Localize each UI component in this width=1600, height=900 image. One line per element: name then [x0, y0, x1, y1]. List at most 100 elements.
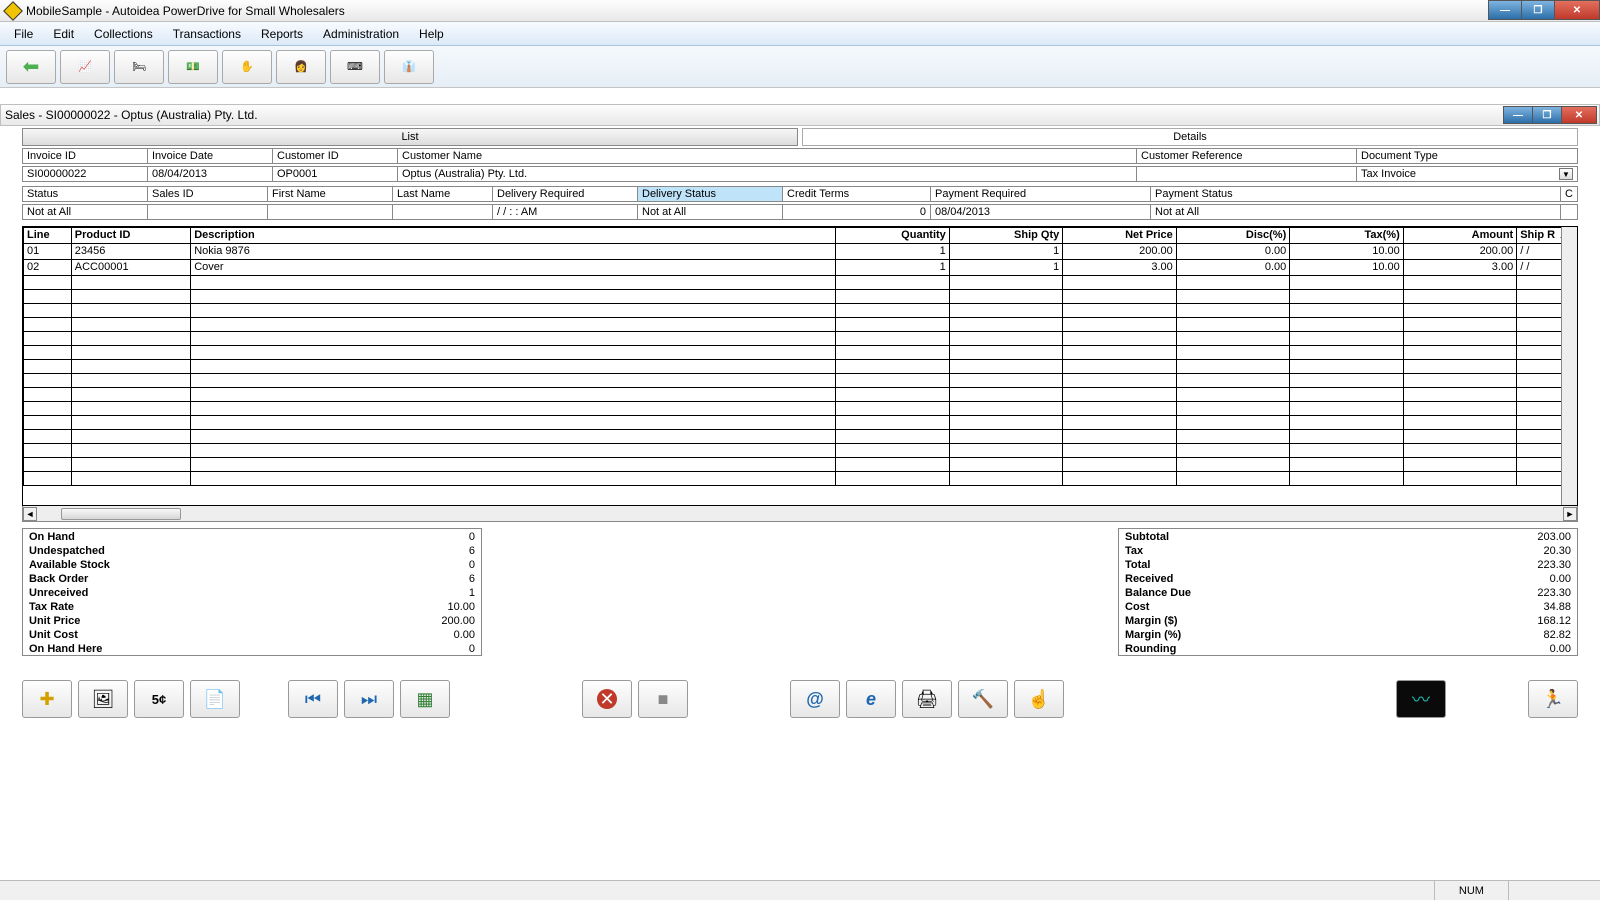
add-record-button[interactable]: ▦	[400, 680, 450, 718]
label-status: Status	[23, 187, 148, 202]
scroll-right-icon[interactable]: ►	[1563, 507, 1577, 521]
header-labels-row: Invoice ID Invoice Date Customer ID Cust…	[22, 148, 1578, 164]
keyboard-button[interactable]: ⌨	[330, 50, 380, 84]
field-credit-terms[interactable]: 0	[783, 205, 931, 220]
field-status[interactable]: Not at All	[23, 205, 148, 220]
table-row-empty[interactable]	[24, 458, 1577, 472]
summary-line: Undespatched6	[29, 545, 475, 559]
menu-transactions[interactable]: Transactions	[163, 22, 251, 45]
summary-line: Subtotal203.00	[1125, 531, 1571, 545]
add-button[interactable]: ✚	[22, 680, 72, 718]
field-document-type-value: Tax Invoice	[1361, 168, 1416, 181]
table-row-empty[interactable]	[24, 346, 1577, 360]
field-first-name[interactable]	[268, 205, 393, 220]
field-payment-required[interactable]: 08/04/2013	[931, 205, 1151, 220]
stop-button[interactable]: ■	[638, 680, 688, 718]
child-close-button[interactable]: ✕	[1561, 106, 1597, 124]
col-product-id[interactable]: Product ID	[71, 228, 190, 244]
table-row-empty[interactable]	[24, 332, 1577, 346]
table-row-empty[interactable]	[24, 472, 1577, 486]
menu-file[interactable]: File	[4, 22, 43, 45]
close-button[interactable]: ✕	[1554, 0, 1600, 20]
exit-button[interactable]: 🏃	[1528, 680, 1578, 718]
email-button[interactable]: @	[790, 680, 840, 718]
field-payment-status[interactable]: Not at All	[1151, 205, 1561, 220]
hand-button[interactable]: ✋	[222, 50, 272, 84]
document-button[interactable]: 📄	[190, 680, 240, 718]
next-record-button[interactable]: ⏭	[344, 680, 394, 718]
field-customer-id[interactable]: OP0001	[273, 167, 398, 182]
col-description[interactable]: Description	[191, 228, 836, 244]
first-record-button[interactable]: ⏮	[288, 680, 338, 718]
table-row[interactable]: 0123456Nokia 9876 11200.00 0.0010.00200.…	[24, 244, 1577, 260]
document-type-dropdown-icon[interactable]: ▼	[1559, 168, 1573, 180]
header-values-row: SI00000022 08/04/2013 OP0001 Optus (Aust…	[22, 166, 1578, 182]
col-line[interactable]: Line	[24, 228, 72, 244]
pointer-icon: ☝	[1028, 689, 1050, 710]
field-customer-reference[interactable]	[1137, 167, 1357, 182]
summary-line: Tax Rate10.00	[29, 601, 475, 615]
field-invoice-id[interactable]: SI00000022	[23, 167, 148, 182]
line-items-grid[interactable]: Line Product ID Description Quantity Shi…	[22, 226, 1578, 506]
tab-list[interactable]: List	[22, 128, 798, 146]
table-row-empty[interactable]	[24, 360, 1577, 374]
main-toolbar: ⬅ 📈 🛏 💵 ✋ 👩 ⌨ 👔	[0, 46, 1600, 88]
terminal-button[interactable]: 〰	[1396, 680, 1446, 718]
staff-button[interactable]: 👔	[384, 50, 434, 84]
scroll-left-icon[interactable]: ◄	[23, 507, 37, 521]
child-minimize-button[interactable]: —	[1503, 106, 1533, 124]
tab-details[interactable]: Details	[802, 128, 1578, 146]
stock-summary-panel: On Hand0Undespatched6Available Stock0Bac…	[22, 528, 482, 656]
maximize-button[interactable]: ❐	[1521, 0, 1555, 20]
field-last-name[interactable]	[393, 205, 493, 220]
table-row-empty[interactable]	[24, 416, 1577, 430]
field-sales-id[interactable]	[148, 205, 268, 220]
price-button[interactable]: 5¢	[134, 680, 184, 718]
col-amount[interactable]: Amount	[1403, 228, 1516, 244]
table-row-empty[interactable]	[24, 402, 1577, 416]
col-disc[interactable]: Disc(%)	[1176, 228, 1289, 244]
menu-help[interactable]: Help	[409, 22, 454, 45]
col-tax[interactable]: Tax(%)	[1290, 228, 1403, 244]
tools-button[interactable]: 🔨	[958, 680, 1008, 718]
chart-button[interactable]: 📈	[60, 50, 110, 84]
minimize-button[interactable]: —	[1488, 0, 1522, 20]
table-row-empty[interactable]	[24, 290, 1577, 304]
table-row-empty[interactable]	[24, 304, 1577, 318]
menu-collections[interactable]: Collections	[84, 22, 163, 45]
grid-vertical-scrollbar[interactable]	[1561, 227, 1577, 505]
table-row-empty[interactable]	[24, 444, 1577, 458]
browser-button[interactable]: e	[846, 680, 896, 718]
child-restore-button[interactable]: ❐	[1532, 106, 1562, 124]
menu-edit[interactable]: Edit	[43, 22, 84, 45]
menu-reports[interactable]: Reports	[251, 22, 313, 45]
table-row-empty[interactable]	[24, 318, 1577, 332]
money-button[interactable]: 💵	[168, 50, 218, 84]
table-row-empty[interactable]	[24, 276, 1577, 290]
field-customer-name[interactable]: Optus (Australia) Pty. Ltd.	[398, 167, 1137, 182]
table-row-empty[interactable]	[24, 430, 1577, 444]
field-delivery-required[interactable]: / / : : AM	[493, 205, 638, 220]
label-delivery-status: Delivery Status	[638, 187, 783, 202]
person-button[interactable]: 👩	[276, 50, 326, 84]
col-quantity[interactable]: Quantity	[836, 228, 949, 244]
field-invoice-date[interactable]: 08/04/2013	[148, 167, 273, 182]
back-button[interactable]: ⬅	[6, 50, 56, 84]
field-document-type[interactable]: Tax Invoice ▼	[1357, 167, 1577, 182]
hand-tool-button[interactable]: ☝	[1014, 680, 1064, 718]
table-row-empty[interactable]	[24, 388, 1577, 402]
bed-button[interactable]: 🛏	[114, 50, 164, 84]
field-c[interactable]	[1561, 205, 1577, 220]
cancel-button[interactable]: ✕	[582, 680, 632, 718]
print-button[interactable]: 🖨	[902, 680, 952, 718]
menu-administration[interactable]: Administration	[313, 22, 409, 45]
field-delivery-status[interactable]: Not at All	[638, 205, 783, 220]
plus-icon: ✚	[39, 689, 54, 710]
table-row-empty[interactable]	[24, 374, 1577, 388]
grid-horizontal-scrollbar[interactable]: ◄ ►	[22, 506, 1578, 522]
table-row[interactable]: 02ACC00001Cover 113.00 0.0010.003.00/ /	[24, 260, 1577, 276]
col-ship-qty[interactable]: Ship Qty	[949, 228, 1062, 244]
col-net-price[interactable]: Net Price	[1063, 228, 1176, 244]
scroll-thumb[interactable]	[61, 508, 181, 520]
image-button[interactable]: 🖼	[78, 680, 128, 718]
